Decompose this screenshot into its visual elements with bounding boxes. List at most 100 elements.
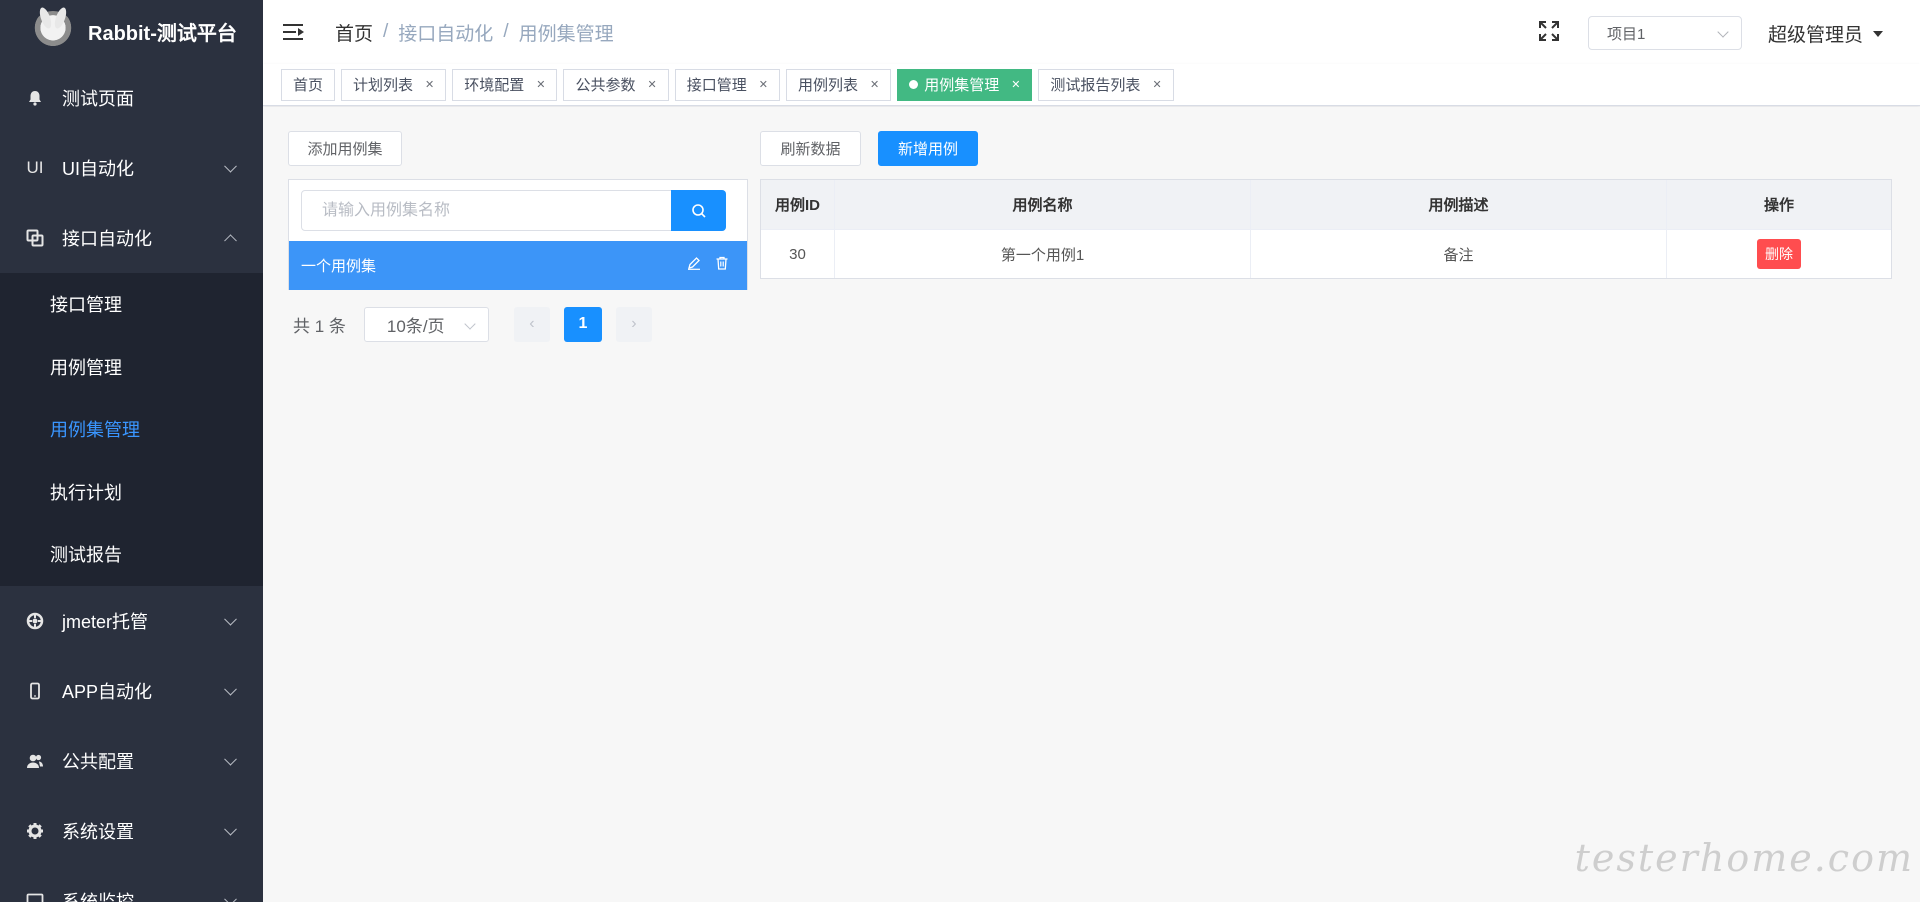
api-automation-submenu: 接口管理 用例管理 用例集管理 执行计划 测试报告 [0,273,263,586]
breadcrumb-item-api-automation: 接口自动化 [398,23,494,45]
aperture-icon [25,611,45,631]
active-dot-icon [909,80,919,89]
search-button[interactable] [671,190,726,231]
column-header: 用例名称 [835,180,1251,229]
tab-label: 环境配置 [464,77,525,94]
logo: Rabbit-测试平台 [0,0,263,63]
users-icon [25,751,45,771]
tab-label: 用例列表 [797,77,858,94]
close-icon[interactable]: ✕ [759,78,768,91]
sidebar-item-public-config[interactable]: 公共配置 [0,726,263,796]
suite-search-input[interactable] [302,191,662,230]
chevron-down-icon [464,317,476,330]
top-navbar: 首页 / 接口自动化 / 用例集管理 项目1 超级管理员 [263,0,1920,64]
page-size-value: 10条/页 [386,316,445,336]
suite-search [301,190,726,231]
tab-api-management[interactable]: 接口管理 ✕ [674,68,780,101]
case-name: 第一个用例1 [835,230,1251,278]
chevron-down-icon [224,822,237,836]
sidebar-item-label: 系统监控 [62,891,134,902]
tab-label: 计划列表 [353,77,414,94]
sidebar-item-api-management[interactable]: 接口管理 [0,273,263,336]
sidebar-toggle-icon[interactable] [283,23,305,41]
tab-report-list[interactable]: 测试报告列表 ✕ [1038,68,1174,101]
tab-label: 用例集管理 [924,77,1000,94]
chevron-up-icon [224,234,237,248]
delete-button[interactable]: 删除 [1757,239,1801,269]
tab-home[interactable]: 首页 [281,68,336,101]
case-desc: 备注 [1251,230,1667,278]
sidebar-item-label: APP自动化 [62,681,153,702]
chevron-down-icon [224,612,237,626]
project-select[interactable]: 项目1 [1588,16,1742,50]
bell-icon [25,88,45,108]
sidebar-item-label: 接口自动化 [62,229,152,249]
page-size-select[interactable]: 10条/页 [363,306,489,342]
fullscreen-icon[interactable] [1538,20,1560,42]
tab-public-params[interactable]: 公共参数 ✕ [563,68,669,101]
table-header: 用例ID 用例名称 用例描述 操作 [761,180,1891,229]
column-header: 操作 [1763,197,1794,214]
trash-icon[interactable] [715,256,729,274]
sidebar-item-system-monitor[interactable]: 系统监控 [0,866,263,902]
user-menu[interactable]: 超级管理员 [1768,20,1884,47]
main-content: 添加用例集 一个用例集 共 1 条 10条/页 ‹ [263,107,1920,902]
prev-page-button[interactable]: ‹ [513,306,550,342]
tab-case-list[interactable]: 用例列表 ✕ [785,68,892,101]
case-actions: 删除 [1667,230,1891,278]
tags-view: 首页 计划列表 ✕ 环境配置 ✕ 公共参数 ✕ 接口管理 ✕ 用例列表 ✕ 用例集管理 ✕ … [263,64,1920,106]
tab-label: 首页 [293,77,324,94]
sidebar-item-test-report[interactable]: 测试报告 [0,523,263,586]
app-title: Rabbit-测试平台 [88,23,237,45]
pagination-total: 共 1 条 [293,316,346,336]
chevron-down-icon [224,892,237,902]
sidebar-item-label: jmeter托管 [62,611,149,632]
sidebar-item-jmeter[interactable]: jmeter托管 [0,586,263,656]
sidebar-item-case-management[interactable]: 用例管理 [0,336,263,399]
breadcrumb: 首页 / 接口自动化 / 用例集管理 [335,19,614,46]
chevron-down-icon [224,682,237,696]
refresh-data-button[interactable]: 刷新数据 [760,131,861,166]
page-number[interactable]: 1 [563,306,602,342]
sidebar-item-suite-management[interactable]: 用例集管理 [0,398,263,461]
close-icon[interactable]: ✕ [1152,78,1161,91]
suite-list-item[interactable]: 一个用例集 [289,241,747,290]
case-id: 30 [761,230,835,278]
sidebar-item-test-page[interactable]: 测试页面 [0,63,263,133]
add-case-button[interactable]: 新增用例 [878,131,978,166]
sidebar-item-execution-plan[interactable]: 执行计划 [0,461,263,524]
phone-icon [25,681,45,701]
tab-label: 测试报告列表 [1050,77,1141,94]
search-icon [691,203,706,218]
sidebar-item-label: 系统设置 [62,821,134,842]
close-icon[interactable]: ✕ [425,78,434,91]
rabbit-logo-icon [32,10,74,53]
tab-plan-list[interactable]: 计划列表 ✕ [341,68,447,101]
breadcrumb-item-current: 用例集管理 [518,23,614,45]
tab-label: 接口管理 [686,77,747,94]
suite-name: 一个用例集 [301,258,377,275]
tab-env-config[interactable]: 环境配置 ✕ [452,68,558,101]
close-icon[interactable]: ✕ [648,78,657,91]
sidebar-item-label: 公共配置 [62,751,134,772]
column-header: 用例ID [761,180,835,229]
caret-down-icon [1873,30,1884,37]
sidebar-item-app-automation[interactable]: APP自动化 [0,656,263,726]
gear-icon [25,821,45,841]
edit-icon[interactable] [687,256,701,274]
column-header: 用例描述 [1251,180,1667,229]
sidebar-item-api-automation[interactable]: 接口自动化 [0,203,263,273]
sidebar-item-label: 测试页面 [62,89,134,109]
close-icon[interactable]: ✕ [536,78,545,91]
tab-suite-management[interactable]: 用例集管理 ✕ [897,68,1033,101]
breadcrumb-item-home[interactable]: 首页 [335,19,373,46]
close-icon[interactable]: ✕ [870,78,879,91]
add-suite-button[interactable]: 添加用例集 [288,131,402,166]
sidebar-item-ui-automation[interactable]: UI UI自动化 [0,133,263,203]
api-icon [25,228,45,248]
sidebar-item-system-settings[interactable]: 系统设置 [0,796,263,866]
next-page-button[interactable]: › [615,306,652,342]
close-icon[interactable]: ✕ [1011,78,1020,91]
suite-pagination: 共 1 条 10条/页 ‹ 1 › [293,306,652,342]
watermark: testerhome.com [1574,836,1914,880]
